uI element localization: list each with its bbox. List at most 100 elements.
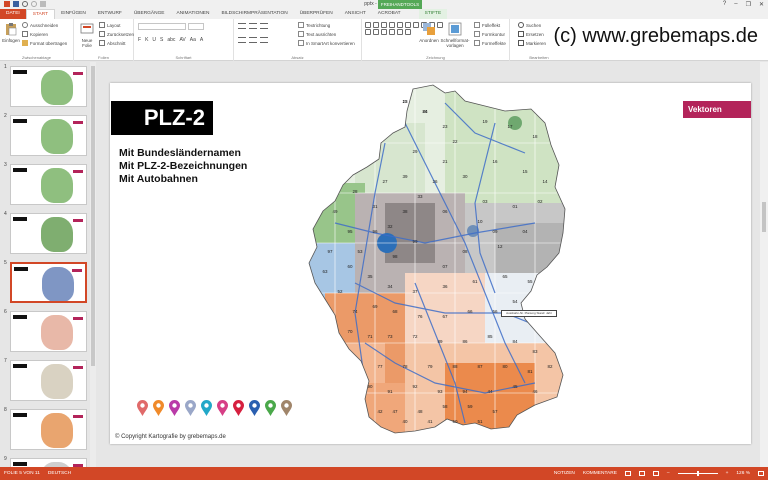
shape-item[interactable] (389, 29, 395, 35)
align-text-button[interactable]: Text ausrichten (298, 31, 336, 37)
tab-ansicht[interactable]: ANSICHT (339, 9, 372, 19)
notes-button[interactable]: NOTIZEN (554, 471, 575, 476)
shape-outline-button[interactable]: Formkontur (474, 31, 505, 37)
shape-item[interactable] (381, 22, 387, 28)
shape-item[interactable] (365, 22, 371, 28)
cut-button[interactable]: Ausschneiden (22, 22, 58, 28)
slide-scroll-thumb[interactable] (762, 202, 766, 232)
replace-button[interactable]: Ersetzen (518, 31, 544, 37)
indent-icon[interactable] (260, 23, 268, 29)
slide-thumbnail[interactable]: 4 (4, 211, 92, 255)
quick-styles-button[interactable]: Schnellformat-vorlagen (441, 22, 470, 48)
thumbnail-scrollbar[interactable] (90, 62, 96, 467)
slide-vertical-scrollbar[interactable] (760, 62, 768, 467)
tab-entwurf[interactable]: ENTWURF (92, 9, 128, 19)
slide[interactable]: PLZ-2 Mit Bundesländernamen Mit PLZ-2-Be… (110, 83, 751, 444)
tab-animationen[interactable]: ANIMATIONEN (171, 9, 216, 19)
language-indicator[interactable]: DEUTSCH (48, 471, 71, 476)
shape-item[interactable] (405, 29, 411, 35)
slide-thumbnail[interactable]: 8 (4, 407, 92, 451)
font-format-button[interactable]: K (145, 37, 148, 43)
shape-item[interactable] (373, 29, 379, 35)
maximize-button[interactable]: ❐ (746, 1, 751, 8)
tab-datei[interactable]: DATEI (0, 9, 26, 19)
layout-button[interactable]: Layout (99, 22, 121, 28)
comments-button[interactable]: KOMMENTARE (583, 471, 617, 476)
slide-title[interactable]: PLZ-2 (111, 101, 213, 135)
slide-sorter-icon[interactable] (638, 471, 645, 476)
help-button[interactable]: ? (723, 1, 726, 8)
reading-view-icon[interactable] (652, 471, 659, 476)
zoom-slider[interactable] (677, 471, 718, 476)
find-button[interactable]: Suchen (518, 22, 541, 28)
shape-item[interactable] (413, 22, 419, 28)
smartart-button[interactable]: In SmartArt konvertieren (298, 40, 355, 46)
postcode-label: 81 (527, 369, 533, 374)
binoculars-icon (518, 22, 524, 28)
font-format-button[interactable]: AV (179, 37, 185, 43)
shape-item[interactable] (397, 29, 403, 35)
reset-button[interactable]: Zurücksetzen (99, 31, 134, 37)
map-pin-icon (153, 400, 164, 416)
zoom-out-button[interactable]: – (667, 471, 670, 476)
font-format-button[interactable]: F (138, 37, 141, 43)
shape-item[interactable] (365, 29, 371, 35)
font-format-button[interactable]: Aa (190, 37, 196, 43)
slide-thumbnail[interactable]: 2 (4, 113, 92, 157)
postcode-label: 90 (367, 384, 373, 389)
font-format-button[interactable]: S (160, 37, 163, 43)
copy-button[interactable]: Kopieren (22, 31, 48, 37)
slide-thumbnail[interactable]: 1 (4, 64, 92, 108)
tab-acrobat[interactable]: ACROBAT (372, 9, 407, 19)
slide-thumbnail[interactable]: 9 (4, 456, 92, 467)
shape-item[interactable] (381, 29, 387, 35)
close-button[interactable]: ✕ (759, 1, 764, 8)
align-right-icon[interactable] (260, 37, 268, 43)
shape-effects-button[interactable]: Formeffekte (474, 40, 506, 46)
slide-thumbnail[interactable]: 6 (4, 309, 92, 353)
shape-item[interactable] (405, 22, 411, 28)
thumbnail-image (10, 66, 87, 107)
font-format-button[interactable]: abc (167, 37, 175, 43)
tab-einfügen[interactable]: EINFÜGEN (55, 9, 92, 19)
vektoren-badge[interactable]: Vektoren (683, 101, 751, 118)
arrange-button[interactable]: Anordnen (419, 22, 439, 43)
tab-bildschirmpräsentation[interactable]: BILDSCHIRMPRÄSENTATION (215, 9, 293, 19)
text-direction-button[interactable]: Textrichtung (298, 22, 330, 28)
tab-start[interactable]: START (25, 9, 56, 19)
font-size-box[interactable] (188, 23, 204, 30)
font-format-button[interactable]: A (200, 37, 203, 43)
shape-fill-button[interactable]: Fülleffekt (474, 22, 500, 28)
paste-button[interactable]: Einfügen (2, 22, 20, 43)
new-slide-button[interactable]: Neue Folie (78, 22, 96, 48)
shape-item[interactable] (389, 22, 395, 28)
section-button[interactable]: Abschnitt (99, 40, 126, 46)
bullets-icon[interactable] (238, 23, 246, 29)
slide-thumbnail[interactable]: 5 (4, 260, 92, 304)
align-center-icon[interactable] (249, 37, 257, 43)
slide-thumbnail[interactable]: 3 (4, 162, 92, 206)
slide-thumbnail-pane[interactable]: 1 2 3 4 5 6 7 8 9 (0, 62, 96, 467)
slide-thumbnail[interactable]: 7 (4, 358, 92, 402)
shape-item[interactable] (397, 22, 403, 28)
font-family-box[interactable] (138, 23, 186, 30)
tab-übergänge[interactable]: ÜBERGÄNGE (128, 9, 171, 19)
postcode-label: 97 (327, 249, 333, 254)
map-pin-icons (136, 400, 293, 417)
tab-überprüfen[interactable]: ÜBERPRÜFEN (294, 9, 339, 19)
format-painter-button[interactable]: Format übertragen (22, 40, 67, 46)
germany-postcode-map[interactable]: 25242322191718292139161514262728493138 06… (295, 83, 585, 443)
feature-list[interactable]: Mit Bundesländernamen Mit PLZ-2-Bezeichn… (119, 147, 247, 186)
zoom-level[interactable]: 126 % (736, 471, 750, 476)
normal-view-icon[interactable] (624, 471, 631, 476)
shape-item[interactable] (373, 22, 379, 28)
fit-to-window-icon[interactable] (758, 471, 764, 476)
align-left-icon[interactable] (238, 37, 246, 43)
minimize-button[interactable]: – (734, 1, 737, 8)
thumbnail-scroll-thumb[interactable] (91, 66, 95, 366)
zoom-in-button[interactable]: + (726, 471, 729, 476)
select-button[interactable]: Markieren (518, 40, 546, 46)
tab-stifte[interactable]: STIFTE (418, 9, 448, 19)
numbering-icon[interactable] (249, 23, 257, 29)
font-format-button[interactable]: U (152, 37, 156, 43)
